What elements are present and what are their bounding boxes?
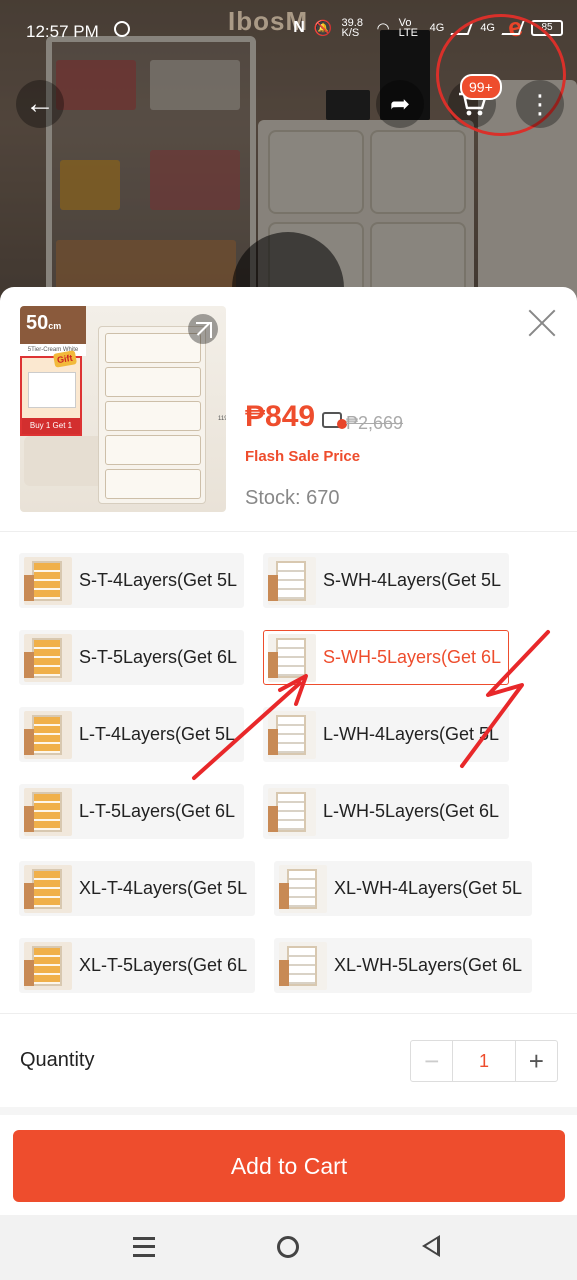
menu-icon[interactable] [133,1237,155,1257]
variant-thumbnail [268,787,316,836]
variant-label: XL-T-5Layers(Get 6L [79,955,248,975]
variant-option[interactable]: S-T-4Layers(Get 5L [19,553,244,608]
stock-count: Stock: 670 [245,487,340,509]
quantity-stepper: − 1 + [410,1040,558,1082]
variant-label: S-WH-5Layers(Get 6L [323,647,502,667]
quantity-label: Quantity [20,1049,95,1071]
variant-thumbnail [268,633,316,682]
mute-icon: 🔕 [313,20,333,37]
variant-label: S-T-5Layers(Get 6L [79,647,238,667]
quantity-decrease-button[interactable]: − [411,1041,452,1081]
thumb-dimension: 119cm [218,416,226,422]
back-arrow-icon: ← [25,87,55,120]
add-to-cart-button[interactable]: Add to Cart [13,1130,565,1202]
close-icon[interactable] [526,307,558,339]
gift-box [28,372,76,408]
variant-option[interactable]: XL-WH-5Layers(Get 6L [274,938,532,993]
drawer [105,401,201,431]
buy-one-get-one: Buy 1 Get 1 [22,418,80,434]
variant-option[interactable]: L-WH-4Layers(Get 5L [263,707,509,762]
variant-label: S-T-4Layers(Get 5L [79,570,238,590]
original-price: ₱2,669 [346,413,404,433]
variant-thumbnail [24,556,72,605]
more-button[interactable]: ⋮ [516,80,564,128]
current-price: ₱849 [245,400,316,433]
more-icon: ⋮ [527,88,553,119]
variant-option[interactable]: L-WH-5Layers(Get 6L [263,784,509,839]
network-label-2: 4G [429,22,445,34]
variant-option[interactable]: S-T-5Layers(Get 6L [19,630,244,685]
variant-label: XL-WH-4Layers(Get 5L [334,878,523,898]
variant-thumbnail [24,941,72,990]
cabinet-illustration [98,326,206,504]
variant-thumbnail [268,710,316,759]
variant-thumbnail [279,864,327,913]
size-badge-value: 50 [26,312,49,334]
drawer [105,435,201,465]
variant-thumbnail [24,864,72,913]
variant-label: XL-WH-5Layers(Get 6L [334,955,523,975]
variant-label: L-T-5Layers(Get 6L [79,801,236,821]
share-icon: ➦ [389,90,411,118]
variant-label: L-WH-5Layers(Get 6L [323,801,500,821]
variant-option-selected[interactable]: S-WH-5Layers(Get 6L [263,630,509,685]
product-thumbnail[interactable]: 50cm 5Tier-Cream White Gift Buy 1 Get 1 … [20,306,226,512]
drawer [105,333,201,363]
flash-sale-label: Flash Sale Price [245,448,361,465]
back-icon[interactable] [422,1235,440,1257]
drawer [105,469,201,499]
nfc-icon: N [293,19,305,36]
variant-option[interactable]: XL-WH-4Layers(Get 5L [274,861,532,916]
sofa-illustration [24,436,104,486]
size-badge: 50cm [20,306,86,346]
variant-thumbnail [24,710,72,759]
variant-option[interactable]: L-T-5Layers(Get 6L [19,784,244,839]
variant-selection-sheet: 50cm 5Tier-Cream White Gift Buy 1 Get 1 … [0,287,577,1215]
back-button[interactable]: ← [16,80,64,128]
divider [0,531,577,532]
quantity-input[interactable]: 1 [452,1041,516,1081]
share-button[interactable]: ➦ [376,80,424,128]
variant-option[interactable]: S-WH-4Layers(Get 5L [263,553,509,608]
network-label-1: Vo LTE [398,17,418,39]
quantity-increase-button[interactable]: + [516,1041,557,1081]
variant-option[interactable]: XL-T-4Layers(Get 5L [19,861,255,916]
messenger-icon [114,21,130,37]
price-tag-icon [322,412,347,429]
gift-box-image: Gift Buy 1 Get 1 [20,350,82,436]
divider [0,1013,577,1014]
variant-label: L-T-4Layers(Get 5L [79,724,236,744]
home-icon[interactable] [277,1236,299,1258]
size-badge-unit: cm [48,321,62,331]
variant-thumbnail [268,556,316,605]
expand-icon[interactable] [188,314,218,344]
variant-option[interactable]: XL-T-5Layers(Get 6L [19,938,255,993]
variant-label: S-WH-4Layers(Get 5L [323,570,502,590]
divider [0,1107,577,1115]
variant-label: XL-T-4Layers(Get 5L [79,878,248,898]
variant-label: L-WH-4Layers(Get 5L [323,724,500,744]
wifi-icon: ◠ [376,20,390,37]
variant-thumbnail [279,941,327,990]
status-time: 12:57 PM [26,22,99,41]
net-speed: 39.8 K/S [341,17,363,39]
drawer [105,367,201,397]
variant-thumbnail [24,787,72,836]
gift-label: Gift [52,350,77,368]
system-nav-bar [0,1215,577,1280]
variant-option[interactable]: L-T-4Layers(Get 5L [19,707,244,762]
variant-thumbnail [24,633,72,682]
